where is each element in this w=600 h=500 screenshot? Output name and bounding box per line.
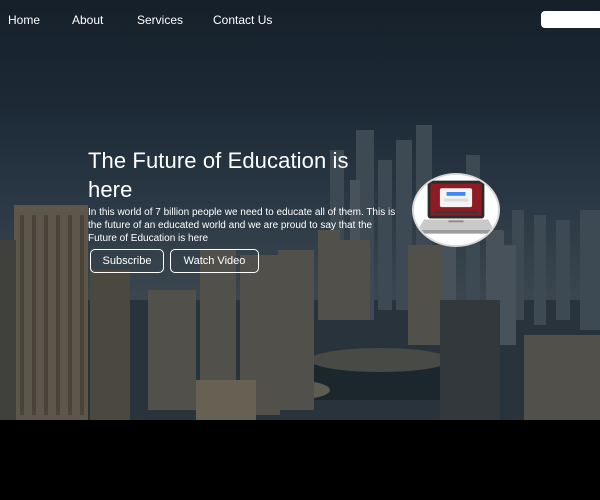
- laptop-image: [412, 173, 500, 247]
- laptop-icon: [414, 175, 498, 245]
- footer-band: [0, 420, 600, 500]
- nav-contact-link[interactable]: Contact Us: [213, 13, 272, 27]
- nav-services-link[interactable]: Services: [137, 13, 183, 27]
- hero-description: In this world of 7 billion people we nee…: [88, 207, 396, 244]
- watch-video-button[interactable]: Watch Video: [170, 249, 259, 273]
- hero-title: The Future of Education is here: [88, 148, 349, 202]
- nav-home-link[interactable]: Home: [8, 13, 40, 27]
- subscribe-button[interactable]: Subscribe: [90, 249, 164, 273]
- top-nav: Home About Services Contact Us: [0, 0, 600, 40]
- page: Home About Services Contact Us The Futur…: [0, 0, 600, 500]
- nav-about-link[interactable]: About: [72, 13, 103, 27]
- search-input[interactable]: [541, 11, 600, 28]
